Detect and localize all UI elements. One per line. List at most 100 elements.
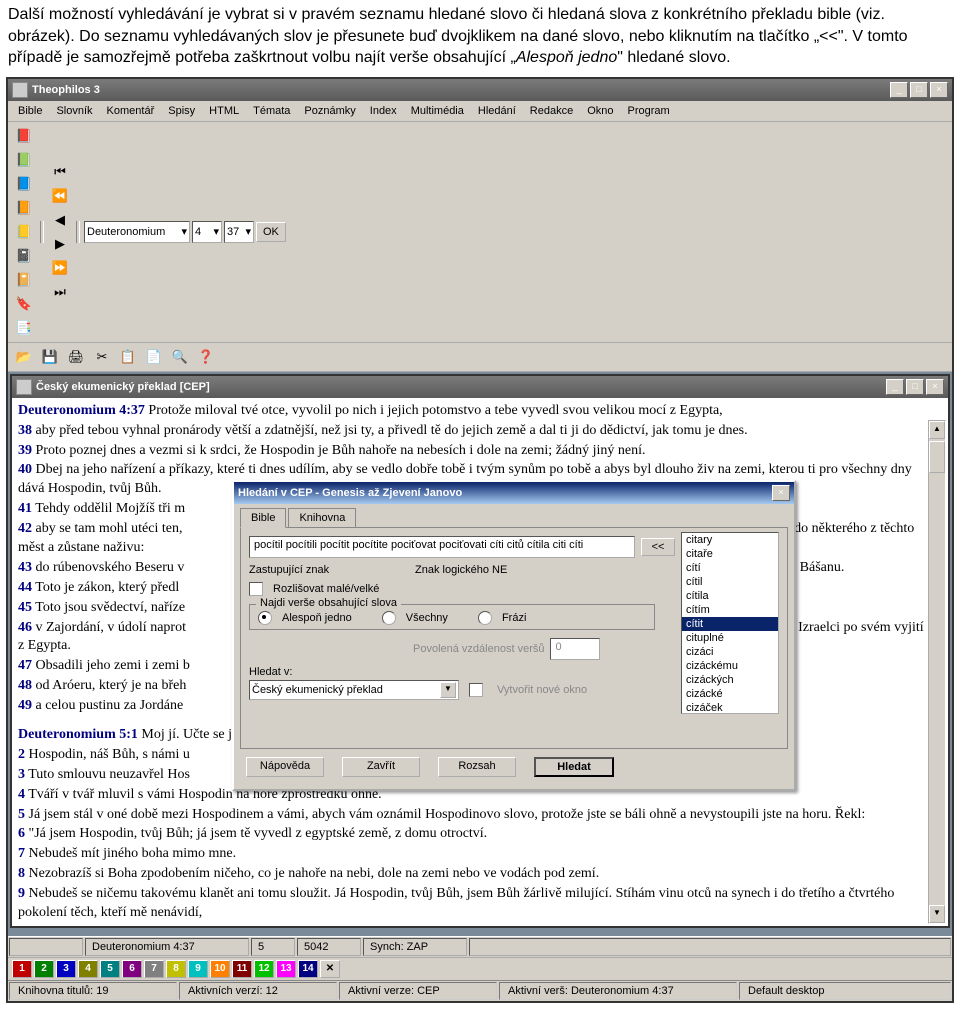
dialog-close[interactable]: × [772, 485, 790, 501]
verse-select[interactable]: 37▾ [224, 221, 254, 243]
version-select[interactable]: Český ekumenický překlad▼ [249, 680, 459, 700]
distance-input: 0 [550, 638, 600, 660]
checkbox-case[interactable] [249, 582, 263, 596]
minimize-button[interactable]: _ [890, 82, 908, 98]
menu-komentář[interactable]: Komentář [101, 103, 161, 119]
color-14[interactable]: 14 [298, 960, 318, 978]
color-3[interactable]: 3 [56, 960, 76, 978]
word-list[interactable]: citarycitařecítícítilcítilacítímcítitcit… [681, 532, 779, 714]
help-button[interactable]: Nápověda [246, 757, 324, 777]
scroll-down-icon[interactable]: ▼ [929, 905, 945, 923]
nav-icon-1[interactable]: ⏪ [48, 184, 72, 208]
menu-redakce[interactable]: Redakce [524, 103, 579, 119]
maximize-button[interactable]: □ [910, 82, 928, 98]
color-13[interactable]: 13 [276, 960, 296, 978]
color-8[interactable]: 8 [166, 960, 186, 978]
chapter-select[interactable]: 4▾ [192, 221, 222, 243]
color-2[interactable]: 2 [34, 960, 54, 978]
list-item[interactable]: cizáci [682, 645, 778, 659]
list-item[interactable]: cítil [682, 575, 778, 589]
tool2-icon-2[interactable]: 🖨 [64, 345, 88, 369]
scroll-thumb[interactable] [929, 441, 945, 473]
tab-bible[interactable]: Bible [240, 508, 286, 528]
nav-icon-4[interactable]: ⏩ [48, 256, 72, 280]
color-9[interactable]: 9 [188, 960, 208, 978]
menu-slovník[interactable]: Slovník [50, 103, 98, 119]
list-item[interactable]: cizáckému [682, 659, 778, 673]
tool-icon-6[interactable]: 📔 [12, 268, 36, 292]
color-4[interactable]: 4 [78, 960, 98, 978]
tool2-icon-6[interactable]: 🔍 [168, 345, 192, 369]
tab-library[interactable]: Knihovna [288, 508, 356, 528]
ok-button[interactable]: OK [256, 222, 286, 242]
book-select[interactable]: Deuteronomium▾ [84, 221, 190, 243]
tool2-icon-5[interactable]: 📄 [142, 345, 166, 369]
tool2-icon-0[interactable]: 📂 [12, 345, 36, 369]
color-12[interactable]: 12 [254, 960, 274, 978]
doc-scrollbar[interactable]: ▲ ▼ [928, 420, 946, 924]
tool-icon-4[interactable]: 📒 [12, 220, 36, 244]
menu-program[interactable]: Program [622, 103, 676, 119]
range-button[interactable]: Rozsah [438, 757, 516, 777]
list-item[interactable]: cítí [682, 561, 778, 575]
color-clear[interactable]: ✕ [320, 960, 340, 978]
search-terms-input[interactable]: pocítil pocítili pocítit pocítite pociťo… [249, 536, 635, 558]
doc-minimize[interactable]: _ [886, 379, 904, 395]
nav-icon-2[interactable]: ◀ [48, 208, 72, 232]
color-11[interactable]: 11 [232, 960, 252, 978]
status-ref: Deuteronomium 4:37 [85, 938, 249, 956]
doc-maximize[interactable]: □ [906, 379, 924, 395]
list-item[interactable]: cizácké [682, 687, 778, 701]
menu-hledání[interactable]: Hledání [472, 103, 522, 119]
tool-icon-8[interactable]: 📑 [12, 316, 36, 340]
nav-icon-0[interactable]: ⏮ [48, 160, 72, 184]
list-item[interactable]: cítila [682, 589, 778, 603]
group-label: Najdi verše obsahující slova [256, 597, 401, 609]
list-item[interactable]: cizáček [682, 701, 778, 714]
list-item[interactable]: cítím [682, 603, 778, 617]
tool2-icon-3[interactable]: ✂ [90, 345, 114, 369]
tool-icon-0[interactable]: 📕 [12, 124, 36, 148]
radio-phrase[interactable] [478, 611, 492, 625]
radio-all[interactable] [382, 611, 396, 625]
list-item[interactable]: cituplné [682, 631, 778, 645]
color-5[interactable]: 5 [100, 960, 120, 978]
tool-icon-7[interactable]: 🔖 [12, 292, 36, 316]
color-10[interactable]: 10 [210, 960, 230, 978]
menu-multimédia[interactable]: Multimédia [405, 103, 470, 119]
radio-atleast-one[interactable] [258, 611, 272, 625]
tool-icon-3[interactable]: 📙 [12, 196, 36, 220]
add-word-button[interactable]: << [641, 538, 675, 556]
find-button[interactable]: Hledat [534, 757, 614, 777]
tool2-icon-4[interactable]: 📋 [116, 345, 140, 369]
list-item[interactable]: cítit [682, 617, 778, 631]
menu-témata[interactable]: Témata [247, 103, 296, 119]
close-dialog-button[interactable]: Zavřít [342, 757, 420, 777]
close-button[interactable]: × [930, 82, 948, 98]
app-titlebar: Theophilos 3 _ □ × [8, 79, 952, 101]
menu-okno[interactable]: Okno [581, 103, 619, 119]
tool-icon-1[interactable]: 📗 [12, 148, 36, 172]
tool2-icon-7[interactable]: ❓ [194, 345, 218, 369]
doc-close[interactable]: × [926, 379, 944, 395]
color-1[interactable]: 1 [12, 960, 32, 978]
tool-icon-5[interactable]: 📓 [12, 244, 36, 268]
toolbar-1: 📕📗📘📙📒📓📔🔖📑 ⏮⏪◀▶⏩⏭ Deuteronomium▾ 4▾ 37▾ O… [8, 122, 952, 343]
scroll-up-icon[interactable]: ▲ [929, 421, 945, 439]
status-desktop: Default desktop [739, 982, 951, 1000]
tool-icon-2[interactable]: 📘 [12, 172, 36, 196]
menu-spisy[interactable]: Spisy [162, 103, 201, 119]
list-item[interactable]: citaře [682, 547, 778, 561]
menu-poznámky[interactable]: Poznámky [298, 103, 361, 119]
tool2-icon-1[interactable]: 💾 [38, 345, 62, 369]
dialog-titlebar[interactable]: Hledání v CEP - Genesis až Zjevení Janov… [234, 482, 794, 504]
nav-icon-3[interactable]: ▶ [48, 232, 72, 256]
menu-index[interactable]: Index [364, 103, 403, 119]
menu-html[interactable]: HTML [203, 103, 245, 119]
list-item[interactable]: citary [682, 533, 778, 547]
menu-bible[interactable]: Bible [12, 103, 48, 119]
nav-icon-5[interactable]: ⏭ [48, 280, 72, 304]
list-item[interactable]: cizáckých [682, 673, 778, 687]
color-7[interactable]: 7 [144, 960, 164, 978]
color-6[interactable]: 6 [122, 960, 142, 978]
